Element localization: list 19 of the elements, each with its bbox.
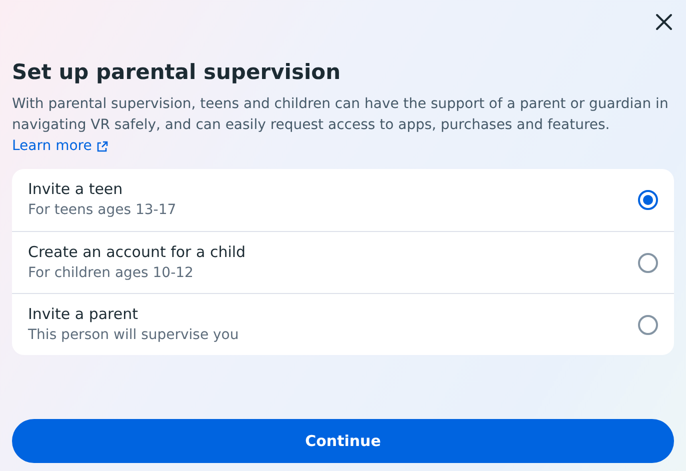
radio-button[interactable] xyxy=(638,314,658,334)
option-label: Create an account for a child xyxy=(28,242,246,262)
description-text: With parental supervision, teens and children can have the support of a parent or guardian in navigating VR safely, and can easily request access to apps, purchases and features. Learn more xyxy=(12,94,674,157)
radio-button[interactable] xyxy=(638,190,658,210)
learn-more-link[interactable]: Learn more xyxy=(12,136,108,157)
option-description: For children ages 10-12 xyxy=(28,264,194,282)
dialog-title: Set up parental supervision xyxy=(12,59,342,86)
option-label: Invite a parent xyxy=(28,304,139,324)
option-description: This person will supervise you xyxy=(28,326,239,344)
option-row[interactable]: Invite a parent This person will supervise you xyxy=(12,293,674,355)
option-label: Invite a teen xyxy=(28,179,124,200)
option-description: For teens ages 13-17 xyxy=(28,201,176,220)
close-icon xyxy=(655,13,673,31)
radio-button[interactable] xyxy=(638,252,658,272)
option-row[interactable]: Create an account for a child For children ages 10-12 xyxy=(12,231,674,293)
option-row[interactable]: Invite a teen For teens ages 13-17 xyxy=(12,169,674,231)
continue-button[interactable]: Continue xyxy=(12,419,674,463)
close-button[interactable] xyxy=(654,12,674,32)
external-link-icon xyxy=(96,141,108,152)
